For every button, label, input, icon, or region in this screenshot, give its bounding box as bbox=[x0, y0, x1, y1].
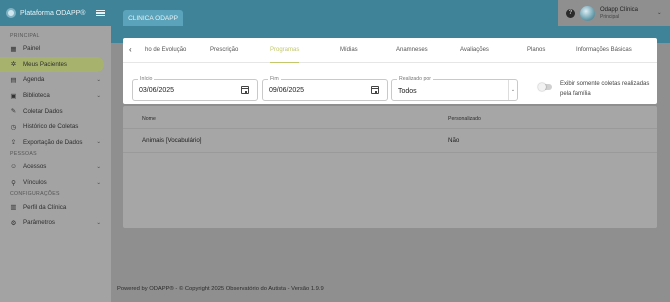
calendar-icon: ▤ bbox=[10, 76, 17, 84]
parameters-icon: ⚙ bbox=[10, 219, 17, 227]
performed-by-select[interactable]: Realizado por Todos ⌄ bbox=[391, 76, 518, 101]
sidebar-item-label: Agenda bbox=[23, 76, 45, 84]
links-icon: ⚲ bbox=[11, 179, 16, 187]
performed-by-label: Realizado por bbox=[397, 76, 434, 82]
tab-midias[interactable]: Mídias bbox=[340, 38, 358, 63]
family-only-toggle[interactable] bbox=[538, 82, 552, 91]
chevron-left-icon[interactable]: ‹ bbox=[129, 45, 132, 54]
sidebar-item-label: Painel bbox=[23, 45, 41, 53]
tab-avaliacoes[interactable]: Avaliações bbox=[460, 38, 489, 63]
sidebar-item-label: Exportação de Dados bbox=[23, 138, 83, 146]
brand-name: Plataforma ODAPP® bbox=[20, 9, 86, 17]
toggle-knob bbox=[538, 82, 546, 91]
clinic-tab[interactable]: CLINICA ODAPP bbox=[123, 10, 183, 26]
sidebar-item-label: Coletar Dados bbox=[23, 107, 63, 115]
sidebar-item-vinculos[interactable]: ⚲ Vínculos ⌄ bbox=[0, 175, 111, 191]
divider bbox=[123, 128, 657, 129]
chevron-down-icon: ⌄ bbox=[96, 219, 101, 226]
menu-toggle-icon[interactable] bbox=[96, 9, 105, 17]
pencil-icon: ✎ bbox=[10, 108, 17, 116]
chevron-down-icon: ⌄ bbox=[96, 179, 101, 186]
sidebar: Plataforma ODAPP® PRINCIPAL ▦ Painel ✲ M… bbox=[0, 0, 111, 302]
sidebar-item-label: Perfil da Clínica bbox=[23, 203, 67, 211]
sidebar-item-biblioteca[interactable]: ▣ Biblioteca ⌄ bbox=[0, 88, 111, 104]
help-icon[interactable]: ? bbox=[566, 8, 575, 18]
panel-icon: ▦ bbox=[10, 45, 17, 53]
performed-by-value: Todos bbox=[398, 88, 417, 95]
tab-programas[interactable]: Programas bbox=[270, 38, 300, 63]
brand-header: Plataforma ODAPP® bbox=[0, 0, 111, 26]
library-icon: ▣ bbox=[10, 92, 17, 100]
end-date-field[interactable]: Fim 09/06/2025 bbox=[262, 76, 388, 101]
filter-card: ‹ ho de Evolução Prescrição Programas Mí… bbox=[123, 38, 657, 104]
access-icon: ☺ bbox=[10, 163, 17, 171]
sidebar-item-parametros[interactable]: ⚙ Parâmetros ⌄ bbox=[0, 215, 111, 231]
tab-anamneses[interactable]: Anamneses bbox=[396, 38, 428, 63]
brand-logo-icon bbox=[6, 8, 16, 18]
table-cell-personalizado: Não bbox=[448, 137, 460, 144]
divider bbox=[123, 152, 657, 153]
chevron-down-icon: ⌄ bbox=[96, 76, 101, 83]
family-only-label: Exibir somente coletas realizadas pela f… bbox=[560, 81, 650, 97]
tab-prescricao[interactable]: Prescrição bbox=[210, 38, 238, 63]
history-icon: ◷ bbox=[10, 123, 17, 131]
chevron-down-icon[interactable]: ⌄ bbox=[657, 10, 662, 16]
sidebar-item-agenda[interactable]: ▤ Agenda ⌄ bbox=[0, 72, 111, 88]
section-principal: PRINCIPAL bbox=[10, 33, 40, 39]
start-date-label: Início bbox=[138, 76, 155, 82]
column-header-personalizado: Personalizado bbox=[448, 116, 481, 122]
user-role: Principal bbox=[600, 13, 620, 20]
calendar-icon[interactable] bbox=[371, 86, 379, 94]
table-cell-name[interactable]: Animais [Vocabulário] bbox=[142, 137, 202, 144]
sidebar-item-label: Histórico de Coletas bbox=[23, 123, 79, 131]
sidebar-item-exportacao[interactable]: ⇪ Exportação de Dados ⌄ bbox=[0, 135, 111, 151]
chevron-down-icon: ⌄ bbox=[96, 163, 101, 170]
start-date-field[interactable]: Início 03/06/2025 bbox=[132, 76, 258, 101]
sidebar-item-meus-pacientes[interactable]: ✲ Meus Pacientes bbox=[0, 56, 104, 73]
avatar[interactable] bbox=[580, 5, 595, 21]
chevron-down-icon[interactable]: ⌄ bbox=[508, 80, 517, 100]
end-date-label: Fim bbox=[268, 76, 281, 82]
sidebar-item-label: Parâmetros bbox=[23, 219, 55, 227]
calendar-icon[interactable] bbox=[241, 86, 249, 94]
start-date-value: 03/06/2025 bbox=[139, 87, 175, 94]
column-header-nome: Nome bbox=[142, 116, 156, 122]
export-icon: ⇪ bbox=[10, 139, 17, 147]
sidebar-item-acessos[interactable]: ☺ Acessos ⌄ bbox=[0, 159, 111, 175]
section-configuracoes: CONFIGURAÇÕES bbox=[10, 191, 60, 198]
sidebar-item-label: Biblioteca bbox=[23, 92, 50, 100]
section-pessoas: PESSOAS bbox=[10, 151, 37, 158]
sidebar-item-coletar-dados[interactable]: ✎ Coletar Dados bbox=[0, 103, 111, 119]
main-content: Nome Personalizado Animais [Vocabulário]… bbox=[111, 26, 670, 302]
end-date-value: 09/06/2025 bbox=[269, 87, 305, 94]
sidebar-item-perfil-clinica[interactable]: ▥ Perfil da Clínica bbox=[0, 199, 111, 215]
sidebar-item-label: Vínculos bbox=[23, 179, 47, 187]
tab-bar: ‹ ho de Evolução Prescrição Programas Mí… bbox=[123, 38, 657, 63]
sidebar-item-label: Acessos bbox=[23, 163, 47, 171]
top-bar: CLINICA ODAPP ? Odapp Clínica Principal … bbox=[111, 0, 670, 26]
sidebar-item-painel[interactable]: ▦ Painel bbox=[0, 41, 111, 57]
sidebar-item-historico[interactable]: ◷ Histórico de Coletas bbox=[0, 119, 111, 135]
sidebar-item-label: Meus Pacientes bbox=[23, 60, 68, 68]
tab-informacoes-basicas[interactable]: Informações Básicas bbox=[576, 38, 632, 63]
tab-evolucao[interactable]: ho de Evolução bbox=[145, 38, 186, 63]
patients-icon: ✲ bbox=[10, 61, 17, 69]
footer-text: Powered by ODAPP® - © Copyright 2025 Obs… bbox=[117, 286, 324, 292]
chevron-down-icon: ⌄ bbox=[96, 92, 101, 99]
chevron-down-icon: ⌄ bbox=[96, 139, 101, 146]
user-menu[interactable]: ? Odapp Clínica Principal ⌄ bbox=[558, 0, 670, 26]
tab-planos[interactable]: Planos bbox=[527, 38, 545, 63]
user-name: Odapp Clínica bbox=[600, 6, 639, 13]
clinic-profile-icon: ▥ bbox=[10, 204, 17, 212]
programs-table bbox=[123, 106, 657, 228]
